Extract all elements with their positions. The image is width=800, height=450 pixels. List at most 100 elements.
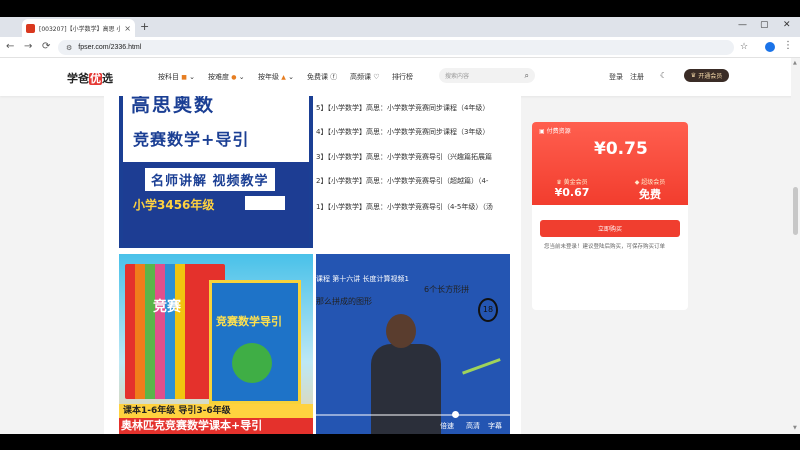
featured-book-title: 竞赛数学导引 (216, 315, 282, 328)
close-window-icon[interactable]: ✕ (783, 20, 791, 30)
nav-label: 免费课 (307, 73, 328, 81)
list-item[interactable]: 2】【小学数学】高思：小学数学竞赛导引（超越篇）（4- (316, 176, 488, 186)
main-content: 高思奥数 竞赛数学+导引 名师讲解 视频教学 小学3456年级 5】【小学数学】… (104, 96, 521, 434)
quality-button[interactable]: 高清 (466, 421, 480, 431)
back-icon[interactable]: ← (6, 41, 14, 52)
site-header: 学爸优选 按科目 ■ ⌄ 按难度 ● ⌄ 按年级 ▲ ⌄ 免费课 ⓕ 高频课 ♡… (0, 58, 800, 96)
address-bar[interactable]: ⚙ fpser.com/2336.html (58, 40, 734, 55)
reload-icon[interactable]: ⟳ (42, 41, 50, 52)
buy-now-button[interactable]: 立即购买 (540, 220, 680, 237)
nav-label: 按难度 (208, 73, 229, 81)
site-favicon-icon (26, 23, 35, 33)
browser-window: [003207]【小学数学】高思 小学 × + — ▢ ✕ ← → ⟳ ⚙ fp… (0, 17, 800, 434)
teacher-head (386, 314, 416, 348)
book-stack-label: 竞赛 (153, 299, 181, 315)
logo-text-a: 学爸 (67, 73, 89, 85)
login-notice: 您当前未登录！建议登陆后购买，可保存购买订单 (544, 244, 666, 250)
textbook-cover-image: 竞赛 竞赛数学导引 课本1-6年级 导引3-6年级 奥林匹克竞赛数学课本+导引 (119, 254, 313, 434)
nav-by-difficulty[interactable]: 按难度 ● ⌄ (208, 72, 245, 82)
profile-avatar[interactable] (765, 42, 775, 52)
cover-teach-label: 名师讲解 视频教学 (145, 168, 275, 191)
register-link[interactable]: 注册 (630, 72, 644, 82)
chevron-down-icon: ⌄ (189, 73, 196, 81)
web-page: 学爸优选 按科目 ■ ⌄ 按难度 ● ⌄ 按年级 ▲ ⌄ 免费课 ⓕ 高频课 ♡… (0, 58, 800, 434)
bookmark-star-icon[interactable]: ☆ (740, 42, 748, 52)
tab-title: [003207]【小学数学】高思 小学 (39, 25, 121, 33)
crown-icon: ♛ (556, 179, 562, 186)
tab-close-icon[interactable]: × (124, 24, 131, 33)
open-vip-button[interactable]: ♛ 开通会员 (684, 69, 729, 82)
free-icon: ⓕ (330, 73, 338, 81)
lock-icon: ▣ (539, 128, 545, 135)
new-tab-button[interactable]: + (140, 20, 149, 33)
cover-subtitle: 竞赛数学+导引 (133, 130, 250, 149)
forward-icon[interactable]: → (24, 41, 32, 52)
video-progress-knob[interactable] (452, 411, 459, 418)
subtitle-button[interactable]: 字幕 (488, 421, 502, 431)
tab-strip: [003207]【小学数学】高思 小学 × + — ▢ ✕ (0, 17, 800, 37)
cover-title: 高思奥数 (131, 96, 216, 116)
board-handwriting-2: 那么拼成的图形 (316, 297, 372, 306)
nav-free-courses[interactable]: 免费课 ⓕ (307, 72, 337, 82)
list-item[interactable]: 5】【小学数学】高思：小学数学竞赛同步课程（4年级） (316, 103, 489, 113)
minimize-icon[interactable]: — (738, 20, 747, 30)
course-list: 5】【小学数学】高思：小学数学竞赛同步课程（4年级） 4】【小学数学】高思：小学… (316, 96, 521, 236)
chevron-down-icon: ⌄ (288, 73, 294, 81)
dark-mode-moon-icon[interactable]: ☾ (660, 71, 667, 80)
list-item[interactable]: 1】【小学数学】高思：小学数学竞赛导引（4-5年级）（汤 (316, 202, 493, 212)
nav-ranking[interactable]: 排行榜 (392, 72, 413, 82)
tab-active[interactable]: [003207]【小学数学】高思 小学 × (22, 19, 135, 37)
board-handwriting: 6个长方形拼 (424, 285, 470, 294)
gold-vip-label: ♛ 黄金会员 (542, 177, 602, 186)
paid-resource-tag: ▣ 付费资源 (539, 126, 571, 135)
list-item[interactable]: 4】【小学数学】高思：小学数学竞赛同步课程（3年级） (316, 127, 489, 137)
price-value: ¥0.75 (594, 139, 648, 159)
nav-by-subject[interactable]: 按科目 ■ ⌄ (158, 72, 195, 82)
page-scrollbar[interactable] (791, 58, 800, 434)
course-cover-image: 高思奥数 竞赛数学+导引 名师讲解 视频教学 小学3456年级 (119, 96, 313, 248)
teacher-body (371, 344, 441, 434)
super-vip-text: 超级会员 (641, 179, 666, 186)
speed-button[interactable]: 倍速 (440, 421, 454, 431)
nav-by-grade[interactable]: 按年级 ▲ ⌄ (258, 72, 294, 82)
vip-button-label: 开通会员 (698, 73, 723, 80)
video-title: 课程 第十六讲 长度计算视频1 (316, 275, 409, 283)
mascot-frog (232, 343, 272, 383)
scroll-down-icon[interactable]: ▼ (793, 425, 797, 431)
medal-icon: ● (231, 74, 237, 81)
site-logo[interactable]: 学爸优选 (67, 70, 113, 86)
logo-highlight: 优 (89, 73, 102, 85)
login-link[interactable]: 登录 (609, 72, 623, 82)
nav-label: 排行榜 (392, 73, 413, 81)
books-icon: ■ (181, 74, 187, 81)
super-vip-label: ◆ 超级会员 (620, 177, 680, 186)
cover-redaction (245, 196, 285, 210)
video-progress-bar[interactable] (316, 414, 510, 416)
paid-resource-label: 付费资源 (546, 128, 571, 135)
scrollbar-thumb[interactable] (793, 187, 798, 235)
search-icon[interactable]: ⌕ (525, 71, 529, 81)
circled-number: 18 (478, 298, 498, 322)
chevron-down-icon: ⌄ (238, 73, 245, 81)
browser-toolbar: ← → ⟳ ⚙ fpser.com/2336.html ☆ ⋮ (0, 37, 800, 58)
board-figure (462, 358, 510, 400)
nav-label: 高频课 (350, 73, 371, 81)
menu-kebab-icon[interactable]: ⋮ (783, 40, 793, 51)
logo-text-b: 选 (102, 73, 113, 85)
scroll-up-icon[interactable]: ▲ (793, 60, 797, 66)
maximize-icon[interactable]: ▢ (760, 20, 769, 30)
heart-icon: ♡ (373, 73, 380, 81)
grad-cap-icon: ▲ (281, 74, 286, 81)
diamond-icon: ◆ (634, 179, 640, 186)
list-item[interactable]: 3】【小学数学】高思：小学数学竞赛导引（兴趣篇拓展篇 (316, 152, 492, 162)
cover-grade-label: 小学3456年级 (133, 198, 215, 212)
search-input[interactable]: 搜索内容 (445, 71, 525, 80)
video-player[interactable]: 课程 第十六讲 长度计算视频1 6个长方形拼 那么拼成的图形 18 倍速 高清 … (316, 254, 510, 434)
crown-icon: ♛ (690, 72, 697, 79)
gold-vip-price: ¥0.67 (554, 186, 590, 199)
grade-band: 课本1-6年级 导引3-6年级 (119, 404, 313, 418)
title-band: 奥林匹克竞赛数学课本+导引 (119, 418, 313, 434)
nav-hot-courses[interactable]: 高频课 ♡ (350, 72, 380, 82)
search-box[interactable]: 搜索内容 ⌕ (439, 68, 535, 83)
site-info-icon[interactable]: ⚙ (66, 44, 72, 52)
